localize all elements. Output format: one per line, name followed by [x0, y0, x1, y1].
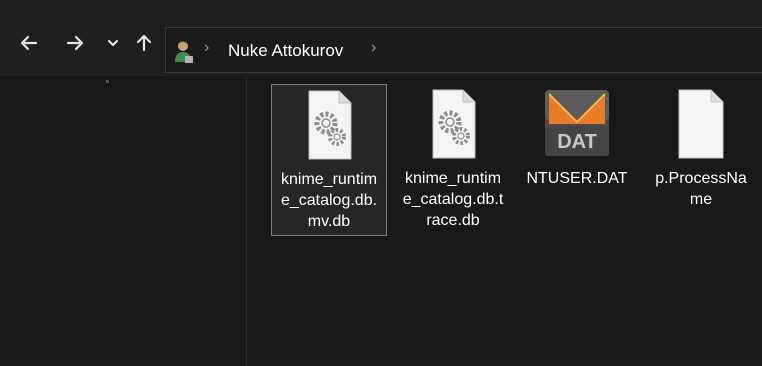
chevron-right-icon: › — [204, 39, 210, 56]
back-button[interactable] — [16, 30, 42, 56]
file-item[interactable]: p.ProcessName — [643, 84, 759, 210]
dat-file-icon: DAT — [545, 90, 609, 156]
chevron-down-icon — [108, 40, 118, 46]
recent-locations-button[interactable] — [100, 30, 126, 56]
chevron-right-icon[interactable]: › — [371, 39, 376, 57]
navigation-pane[interactable] — [0, 76, 247, 366]
file-list: knime_runtime_catalog.db.mv.db knime_run… — [247, 76, 762, 366]
nav-pane-marker — [106, 80, 109, 83]
arrow-right-icon — [66, 35, 84, 51]
gear-file-icon — [308, 90, 352, 160]
dat-icon-label: DAT — [557, 131, 597, 153]
window-top-strip — [0, 0, 762, 10]
blank-file-icon — [678, 89, 724, 159]
arrow-left-icon — [20, 35, 38, 51]
user-folder-icon — [175, 41, 193, 63]
file-item[interactable]: DAT NTUSER.DAT — [519, 84, 635, 189]
forward-button[interactable] — [62, 30, 88, 56]
file-item[interactable]: knime_runtime_catalog.db.mv.db — [271, 84, 387, 236]
file-name: p.ProcessName — [655, 170, 747, 208]
file-item[interactable]: knime_runtime_catalog.db.trace.db — [395, 84, 511, 231]
up-button[interactable] — [131, 30, 157, 56]
address-bar[interactable]: › Nuke Attokurov › — [165, 27, 762, 73]
gear-file-icon — [432, 89, 476, 159]
file-name: knime_runtime_catalog.db.trace.db — [402, 170, 504, 229]
arrow-up-icon — [136, 34, 152, 52]
navigation-bar: › Nuke Attokurov › — [0, 10, 762, 76]
breadcrumb-user-folder[interactable]: Nuke Attokurov — [228, 41, 343, 61]
file-name: NTUSER.DAT — [526, 170, 628, 187]
file-name: knime_runtime_catalog.db.mv.db — [280, 171, 378, 230]
